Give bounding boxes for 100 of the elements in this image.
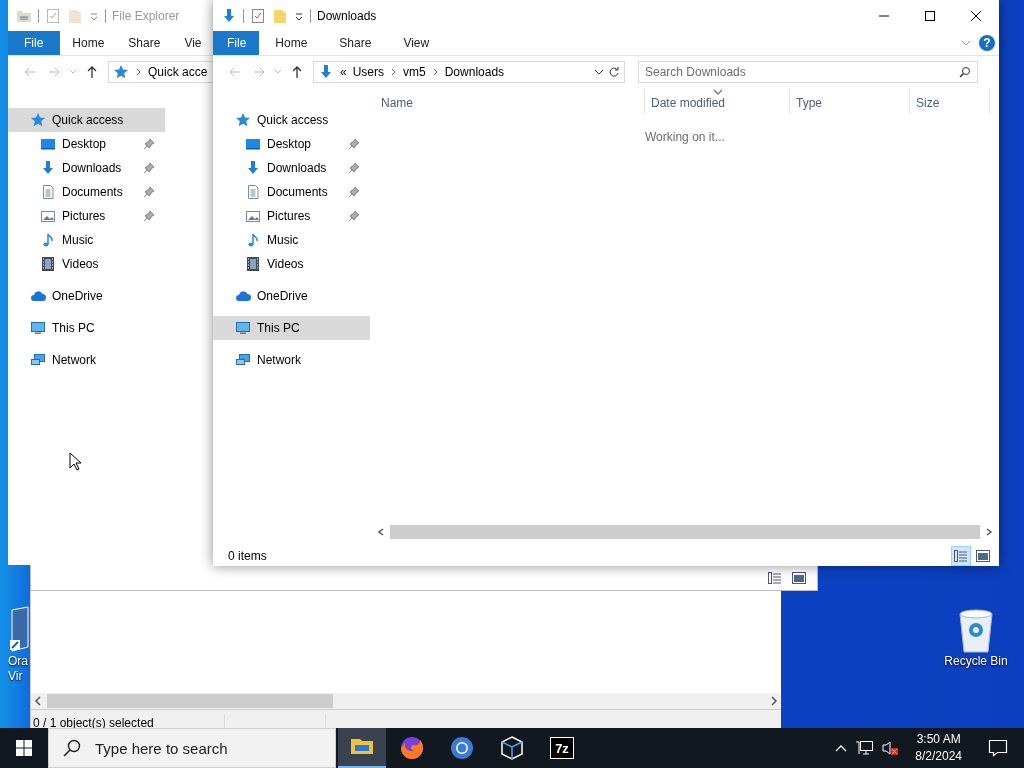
cloud-icon xyxy=(30,288,46,304)
horizontal-scrollbar[interactable] xyxy=(375,525,995,539)
nav-item[interactable]: This PC xyxy=(213,316,370,340)
nav-item[interactable]: Desktop xyxy=(213,132,370,156)
document-icon xyxy=(40,184,56,200)
nav-item[interactable]: Pictures xyxy=(213,204,370,228)
help-button[interactable]: ? xyxy=(979,35,995,51)
network-icon xyxy=(30,352,46,368)
windows-logo-icon xyxy=(16,740,32,756)
cloud-icon xyxy=(235,288,251,304)
horizontal-scrollbar[interactable] xyxy=(31,693,781,709)
taskbar-app-button[interactable] xyxy=(338,728,386,768)
search-icon xyxy=(959,66,971,78)
forward-arrow-icon xyxy=(48,66,60,78)
nav-item[interactable]: Pictures xyxy=(8,204,165,228)
nav-item[interactable]: Quick access xyxy=(8,108,165,132)
download-arrow-icon xyxy=(245,160,261,176)
forward-arrow-icon xyxy=(253,66,265,78)
expand-ribbon-icon xyxy=(961,39,971,47)
address-bar[interactable]: « Users vm5 Downloads xyxy=(313,61,625,83)
refresh-icon xyxy=(608,66,620,78)
nav-item[interactable]: Documents xyxy=(8,180,165,204)
preview-pane-icon xyxy=(791,569,807,586)
back-arrow-icon xyxy=(229,66,241,78)
nav-item[interactable]: Videos xyxy=(8,252,165,276)
browser-circle-icon xyxy=(449,735,475,761)
ribbon-tab[interactable]: Vie xyxy=(172,31,213,55)
column-header[interactable]: Date modified xyxy=(645,88,790,114)
tray-chevron-icon xyxy=(835,744,848,752)
nav-item[interactable]: Desktop xyxy=(8,132,165,156)
breadcrumb[interactable]: « xyxy=(340,65,347,79)
maximize-icon xyxy=(925,10,935,21)
nav-item[interactable]: OneDrive xyxy=(8,284,165,308)
breadcrumb[interactable]: Quick acce xyxy=(148,65,208,79)
up-arrow-icon xyxy=(291,66,303,78)
ribbon-tab[interactable]: Share xyxy=(116,31,173,55)
cube-icon xyxy=(499,735,525,761)
film-icon xyxy=(40,256,56,272)
nav-item[interactable]: Network xyxy=(8,348,165,372)
ribbon-tab[interactable]: View xyxy=(387,31,446,55)
speaker-muted-icon xyxy=(881,740,900,756)
new-folder-icon xyxy=(272,7,288,24)
window-title: Downloads xyxy=(317,8,377,23)
desktop-icon xyxy=(40,136,56,152)
column-header[interactable]: Size xyxy=(910,88,990,114)
nav-item[interactable]: This PC xyxy=(8,316,165,340)
column-header[interactable]: Type xyxy=(790,88,910,114)
search-field[interactable]: Type here to search xyxy=(48,728,336,768)
network-icon xyxy=(235,352,251,368)
star-icon xyxy=(235,112,251,128)
network-monitor-icon xyxy=(855,740,874,756)
recent-dropdown-icon xyxy=(69,69,77,75)
clock[interactable]: 3:50 AM 8/2/2024 xyxy=(907,731,970,765)
fox-globe-icon xyxy=(399,735,425,761)
ribbon-tab[interactable]: Home xyxy=(60,31,117,55)
column-header[interactable]: Name xyxy=(375,88,645,114)
music-note-icon xyxy=(245,232,261,248)
file-menu-tab[interactable]: File xyxy=(213,31,260,55)
recent-dropdown-icon xyxy=(274,69,282,75)
picture-icon xyxy=(40,208,56,224)
nav-item[interactable]: Music xyxy=(213,228,370,252)
view-button[interactable] xyxy=(951,545,971,566)
breadcrumb[interactable]: Users xyxy=(352,65,385,79)
icon-label: Recycle Bin xyxy=(944,654,1008,669)
nav-item[interactable]: Quick access xyxy=(213,108,370,132)
icon-label: Vir xyxy=(8,669,23,684)
star-icon xyxy=(113,64,129,80)
star-icon xyxy=(30,112,46,128)
ribbon-tab[interactable]: Share xyxy=(323,31,388,55)
nav-item[interactable]: Downloads xyxy=(8,156,165,180)
details-view-icon xyxy=(767,569,783,586)
icon-label: Ora xyxy=(8,654,28,669)
notifications-icon xyxy=(988,739,1008,757)
properties-icon xyxy=(250,7,266,24)
breadcrumb[interactable]: Downloads xyxy=(444,65,505,79)
address-bar[interactable]: Quick acce xyxy=(108,61,213,83)
nav-item[interactable]: Network xyxy=(213,348,370,372)
new-folder-icon xyxy=(67,7,83,24)
desktop-icon xyxy=(245,136,261,152)
search-icon xyxy=(63,739,81,757)
mouse-pointer-icon xyxy=(69,452,81,471)
address-dropdown-icon xyxy=(594,68,604,76)
monitor-icon xyxy=(235,320,251,336)
search-field[interactable]: Search Downloads xyxy=(638,61,978,83)
taskbar-app-button[interactable]: 7z xyxy=(538,728,586,768)
nav-item[interactable]: Videos xyxy=(213,252,370,276)
nav-item[interactable]: Music xyxy=(8,228,165,252)
properties-icon xyxy=(45,7,61,24)
download-arrow-icon xyxy=(318,64,334,80)
monitor-icon xyxy=(30,320,46,336)
breadcrumb[interactable]: vm5 xyxy=(403,65,426,79)
nav-item[interactable]: OneDrive xyxy=(213,284,370,308)
ribbon-tab[interactable]: Home xyxy=(259,31,324,55)
nav-item[interactable]: Downloads xyxy=(213,156,370,180)
file-menu-tab[interactable]: File xyxy=(8,31,61,55)
status-text: 0 items xyxy=(228,548,267,563)
status-text: 0 / 1 object(s) selected xyxy=(32,716,154,730)
nav-item[interactable]: Documents xyxy=(213,180,370,204)
download-arrow-icon xyxy=(40,160,56,176)
loading-message: Working on it... xyxy=(645,130,726,144)
